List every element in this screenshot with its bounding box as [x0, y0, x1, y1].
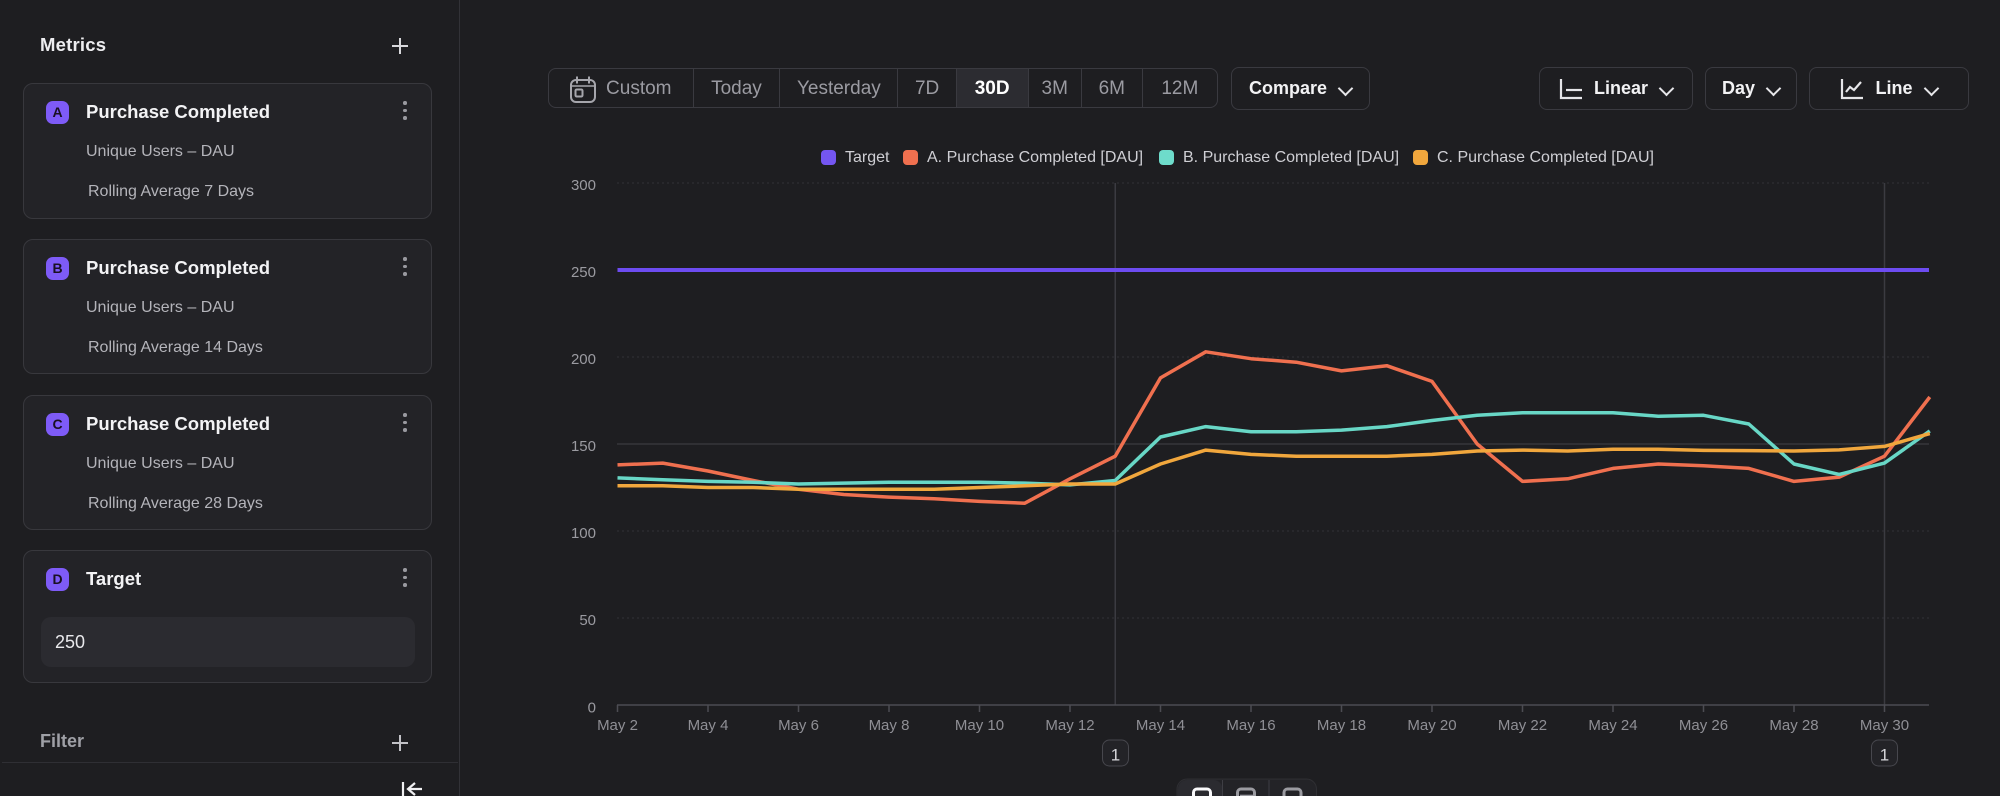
svg-text:May 18: May 18	[1317, 717, 1366, 734]
svg-text:May 2: May 2	[597, 717, 638, 734]
svg-text:May 12: May 12	[1045, 717, 1094, 734]
svg-text:May 8: May 8	[869, 717, 910, 734]
svg-text:May 24: May 24	[1588, 717, 1637, 734]
svg-text:150: 150	[571, 438, 596, 455]
svg-text:0: 0	[588, 700, 596, 717]
svg-text:300: 300	[571, 177, 596, 194]
svg-text:May 16: May 16	[1226, 717, 1275, 734]
svg-text:May 26: May 26	[1679, 717, 1728, 734]
svg-text:May 22: May 22	[1498, 717, 1547, 734]
svg-text:100: 100	[571, 525, 596, 542]
svg-text:1: 1	[1111, 746, 1120, 765]
svg-text:May 6: May 6	[778, 717, 819, 734]
svg-text:250: 250	[571, 264, 596, 281]
svg-text:50: 50	[579, 612, 596, 629]
svg-text:May 20: May 20	[1407, 717, 1456, 734]
svg-text:May 14: May 14	[1136, 717, 1185, 734]
svg-text:May 30: May 30	[1860, 717, 1909, 734]
svg-text:1: 1	[1880, 746, 1889, 765]
svg-text:May 28: May 28	[1769, 717, 1818, 734]
svg-text:May 10: May 10	[955, 717, 1004, 734]
svg-text:May 4: May 4	[688, 717, 729, 734]
svg-text:200: 200	[571, 351, 596, 368]
